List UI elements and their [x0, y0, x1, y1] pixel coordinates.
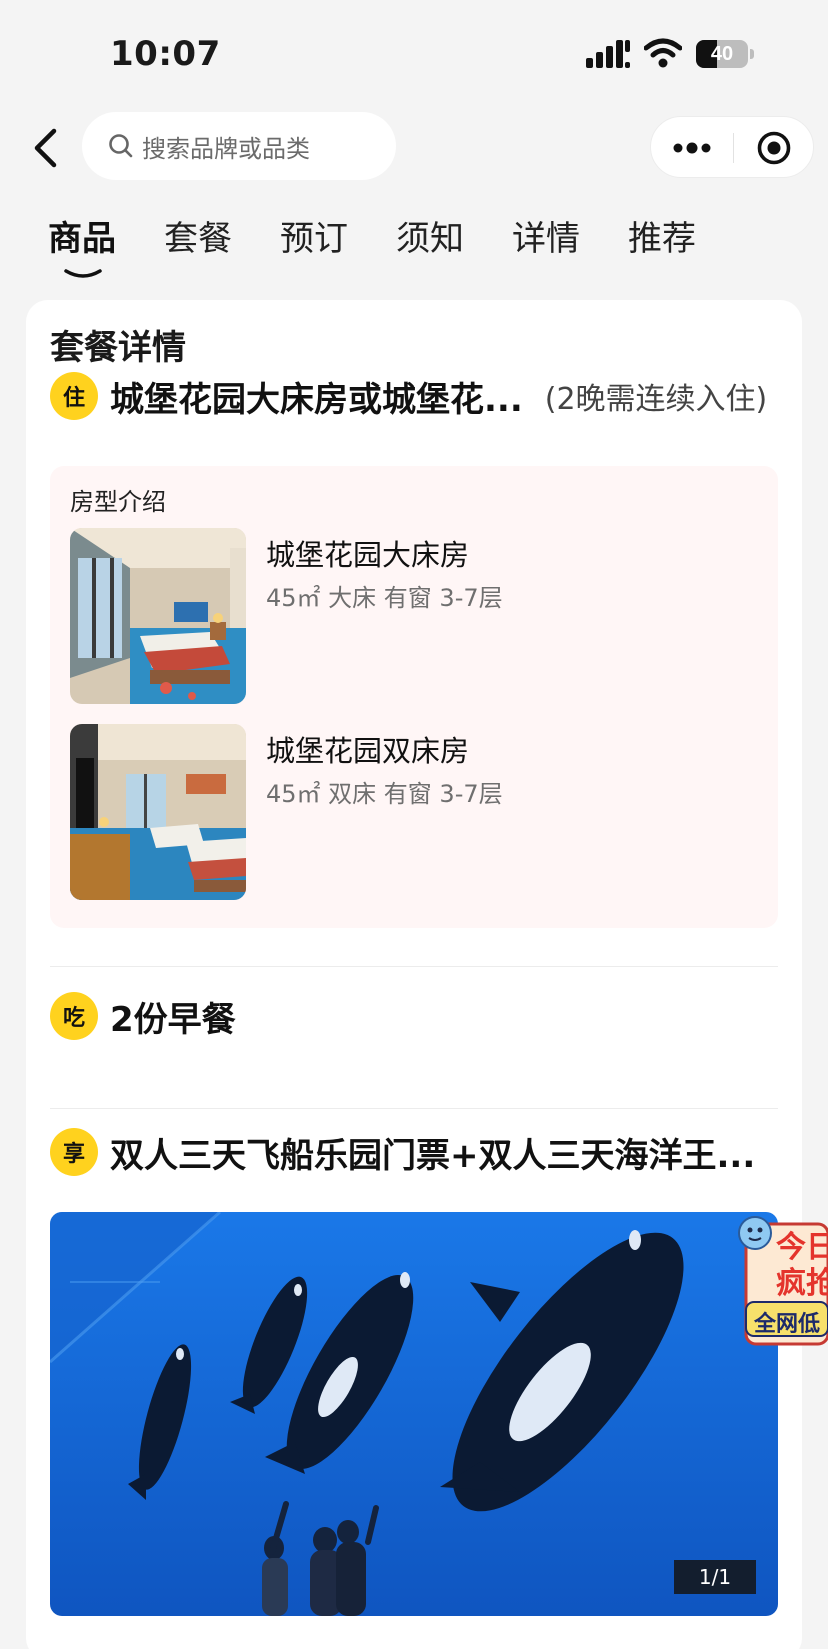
package-details-card: 套餐详情 住 城堡花园大床房或城堡花... (2晚需连续入住) 房型介绍 城堡花… [26, 300, 802, 1649]
search-input[interactable]: 搜索品牌或品类 [82, 112, 396, 180]
status-bar: 10:07 40 [0, 0, 828, 100]
divider [50, 966, 778, 967]
signal-icon [586, 40, 630, 68]
meal-badge: 吃 [50, 992, 98, 1040]
close-button[interactable] [734, 117, 814, 179]
tab-details[interactable]: 详情 [512, 214, 580, 264]
tab-notice[interactable]: 须知 [396, 214, 464, 264]
meal-title: 2份早餐 [110, 999, 236, 1040]
stay-badge: 住 [50, 372, 98, 420]
section-title: 套餐详情 [50, 328, 186, 368]
room-intro-label: 房型介绍 [70, 488, 166, 516]
more-icon [673, 142, 711, 154]
meal-item[interactable]: 吃 2份早餐 [50, 990, 780, 1042]
divider [50, 1108, 778, 1109]
enjoy-badge: 享 [50, 1128, 98, 1176]
room-specs-king: 45㎡ 大床 有窗 3-7层 [266, 584, 503, 612]
wifi-icon [644, 38, 682, 68]
tab-package[interactable]: 套餐 [164, 214, 232, 264]
room-specs-twin: 45㎡ 双床 有窗 3-7层 [266, 780, 503, 808]
stay-item[interactable]: 住 城堡花园大床房或城堡花... (2晚需连续入住) [50, 370, 780, 422]
promo-line3: 全网低 [754, 1312, 821, 1337]
tab-bar: 商品 套餐 预订 须知 详情 推荐 [48, 214, 744, 278]
stay-note: (2晚需连续入住) [544, 382, 768, 417]
tab-goods[interactable]: 商品 [48, 214, 116, 278]
stay-title: 城堡花园大床房或城堡花... [110, 379, 523, 420]
tab-booking[interactable]: 预订 [280, 214, 348, 264]
attraction-image[interactable] [50, 1212, 778, 1616]
close-target-icon [757, 131, 791, 165]
more-button[interactable] [651, 117, 733, 179]
battery-level: 40 [710, 43, 734, 65]
room-photo-twin[interactable] [70, 724, 246, 900]
tab-recommend[interactable]: 推荐 [628, 214, 696, 264]
search-icon [109, 134, 133, 158]
enjoy-title: 双人三天飞船乐园门票+双人三天海洋王... [110, 1135, 756, 1176]
room-name-king: 城堡花园大床房 [266, 538, 470, 572]
image-page-indicator: 1/1 [674, 1560, 756, 1594]
promo-line2: 疯抢 [776, 1266, 828, 1301]
tab-active-indicator [64, 269, 102, 278]
room-name-twin: 城堡花园双床房 [266, 734, 470, 768]
promo-float-badge[interactable]: 今日 疯抢 全网低 [738, 1214, 828, 1352]
tab-goods-label: 商品 [48, 219, 116, 259]
battery-icon: 40 [696, 40, 754, 68]
status-time: 10:07 [110, 34, 221, 74]
room-photo-king[interactable] [70, 528, 246, 704]
enjoy-item[interactable]: 享 双人三天飞船乐园门票+双人三天海洋王... [50, 1126, 780, 1178]
mascot-icon [738, 1216, 772, 1250]
back-icon [34, 128, 57, 168]
search-placeholder: 搜索品牌或品类 [142, 134, 310, 163]
back-button[interactable] [20, 120, 70, 176]
mini-program-capsule [650, 116, 814, 178]
room-type-panel: 房型介绍 城堡花园大床房 45㎡ 大床 有窗 3-7层 城堡花园双床房 45㎡ … [50, 466, 778, 928]
